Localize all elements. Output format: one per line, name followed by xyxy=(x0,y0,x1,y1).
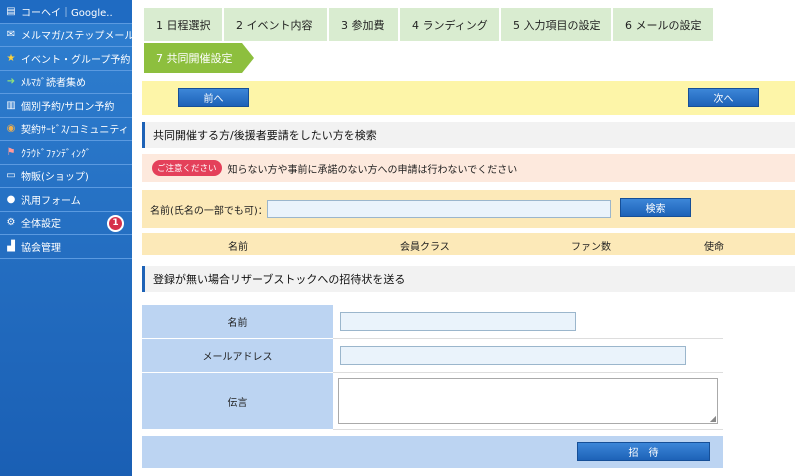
sidebar-item-mailmag[interactable]: ✉ メルマガ/ステップメール xyxy=(0,24,132,47)
sidebar-item-label: 全体設定 xyxy=(21,219,61,231)
message-label: 伝言 xyxy=(142,373,333,430)
star-icon: ★ xyxy=(6,52,16,64)
sidebar-item-form[interactable]: ● 汎用フォーム xyxy=(0,188,132,212)
tab-co-host[interactable]: 7 共同開催設定 xyxy=(144,43,254,73)
name-cell xyxy=(333,305,723,339)
column-header-mission: 使命 xyxy=(704,242,724,253)
invite-message-textarea[interactable]: ◢ xyxy=(338,378,718,424)
prev-button[interactable]: 前へ xyxy=(178,88,249,107)
column-header-class: 会員クラス xyxy=(400,242,450,253)
sidebar-item-shop[interactable]: ▭ 物販(ショップ) xyxy=(0,165,132,188)
tab-label: 7 共同開催設定 xyxy=(156,52,233,65)
handshake-icon: ◉ xyxy=(6,123,16,135)
sidebar-item-crowdfunding[interactable]: ⚑ ｸﾗｳﾄﾞﾌｧﾝﾃﾞｨﾝｸﾞ xyxy=(0,141,132,165)
tab-schedule[interactable]: 1 日程選択 xyxy=(144,8,222,41)
sidebar-item-association[interactable]: ▟ 協会管理 xyxy=(0,235,132,259)
name-label: 名前 xyxy=(142,305,333,339)
sidebar-item-readers[interactable]: ➜ ﾒﾙﾏｶﾞ読者集め xyxy=(0,71,132,94)
search-button[interactable]: 検索 xyxy=(620,198,691,217)
email-cell xyxy=(333,339,723,373)
sidebar-item-label: 個別予約/サロン予約 xyxy=(21,101,115,113)
tab-fee[interactable]: 3 参加費 xyxy=(329,8,398,41)
name-search-label: 名前(氏名の一部でも可)： xyxy=(150,206,268,217)
sidebar-item-label: ｸﾗｳﾄﾞﾌｧﾝﾃﾞｨﾝｸﾞ xyxy=(21,148,91,160)
tab-label: 4 ランディング xyxy=(412,18,488,32)
sidebar-item-reservation[interactable]: ▥ 個別予約/サロン予約 xyxy=(0,94,132,118)
notification-badge: 1 xyxy=(107,214,124,232)
tab-label: 6 メールの設定 xyxy=(625,18,702,32)
flag-icon: ⚑ xyxy=(6,146,16,158)
tab-landing[interactable]: 4 ランディング xyxy=(400,8,499,41)
tab-label: 2 イベント内容 xyxy=(236,18,313,32)
sidebar-item-contract[interactable]: ◉ 契約ｻｰﾋﾞｽ/コミュニティ xyxy=(0,118,132,141)
tab-input-fields[interactable]: 5 入力項目の設定 xyxy=(501,8,611,41)
message-cell: ◢ xyxy=(333,373,723,430)
sidebar-item-google[interactable]: ▤ コーヘイ｜Google.. xyxy=(0,0,132,24)
sidebar: ▤ コーヘイ｜Google.. ✉ メルマガ/ステップメール ★ イベント・グル… xyxy=(0,0,132,476)
main-content: 1 日程選択 2 イベント内容 3 参加費 4 ランディング 5 入力項目の設定… xyxy=(132,0,800,476)
search-bar: 名前(氏名の一部でも可)： 検索 xyxy=(142,190,795,228)
results-table-header: 名前 会員クラス ファン数 使命 xyxy=(142,233,795,255)
step-nav-bar: 前へ 次へ xyxy=(142,81,795,115)
column-header-name: 名前 xyxy=(228,242,248,253)
tab-event-content[interactable]: 2 イベント内容 xyxy=(224,8,327,41)
sidebar-item-event[interactable]: ★ イベント・グループ予約 xyxy=(0,47,132,71)
caution-badge: ご注意ください xyxy=(152,160,222,176)
chat-icon: ● xyxy=(6,193,16,205)
mail-icon: ✉ xyxy=(6,29,16,41)
sidebar-item-label: ﾒﾙﾏｶﾞ読者集め xyxy=(21,78,86,90)
arrow-icon: ➜ xyxy=(6,76,16,88)
sidebar-item-label: 協会管理 xyxy=(21,242,61,254)
invite-submit-bar: 招 待 xyxy=(142,436,723,468)
invite-button[interactable]: 招 待 xyxy=(577,442,710,461)
gear-icon: ⚙ xyxy=(6,217,16,229)
sidebar-item-label: コーヘイ｜Google.. xyxy=(21,7,113,19)
notice-bar: ご注意ください 知らない方や事前に承諾のない方への申請は行わないでください xyxy=(142,154,795,182)
sidebar-item-label: メルマガ/ステップメール xyxy=(21,31,132,43)
invite-name-input[interactable] xyxy=(340,312,576,331)
sidebar-item-label: 汎用フォーム xyxy=(21,195,81,207)
tab-label: 1 日程選択 xyxy=(156,18,211,32)
tab-label: 5 入力項目の設定 xyxy=(513,18,601,32)
building-icon: ▥ xyxy=(6,99,16,111)
sidebar-item-label: 契約ｻｰﾋﾞｽ/コミュニティ xyxy=(21,125,129,137)
cart-icon: ▭ xyxy=(6,170,16,182)
tab-mail[interactable]: 6 メールの設定 xyxy=(613,8,713,41)
document-icon: ▤ xyxy=(6,5,16,17)
next-button[interactable]: 次へ xyxy=(688,88,759,107)
name-search-input[interactable] xyxy=(267,200,611,218)
invite-email-input[interactable] xyxy=(340,346,686,365)
invite-section-title: 登録が無い場合リザーブストックへの招待状を送る xyxy=(142,266,795,292)
chart-icon: ▟ xyxy=(7,240,15,252)
search-section-title: 共同開催する方/後援者要請をしたい方を検索 xyxy=(142,122,795,148)
email-label: メールアドレス xyxy=(142,339,333,373)
column-header-fans: ファン数 xyxy=(571,242,611,253)
resize-handle-icon[interactable]: ◢ xyxy=(710,414,716,423)
sidebar-item-settings[interactable]: ⚙ 全体設定 1 xyxy=(0,212,132,235)
sidebar-item-label: イベント・グループ予約 xyxy=(21,54,131,66)
sidebar-item-label: 物販(ショップ) xyxy=(21,172,89,184)
tab-label: 3 参加費 xyxy=(341,18,385,32)
notice-text: 知らない方や事前に承諾のない方への申請は行わないでください xyxy=(227,164,518,176)
